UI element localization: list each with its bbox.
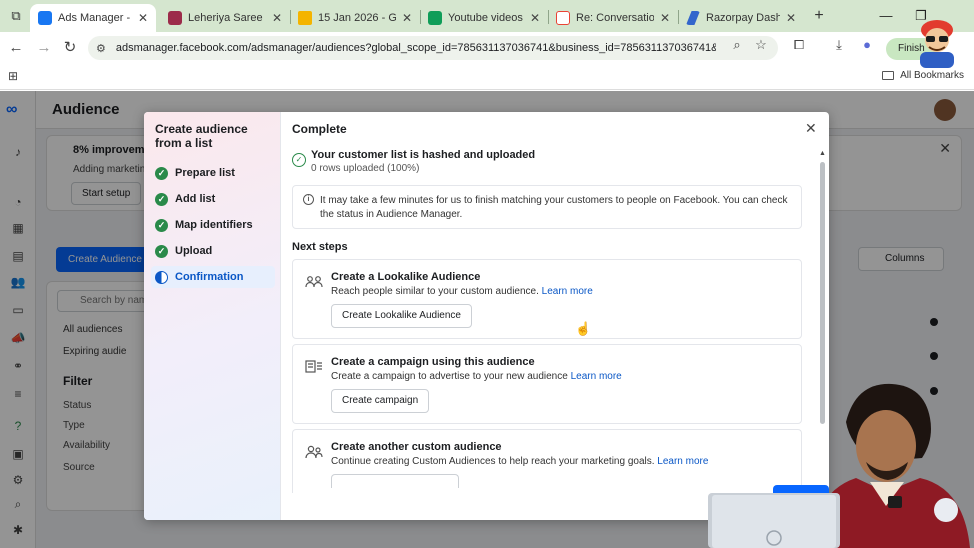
- profile-extension-icon[interactable]: ●: [858, 36, 876, 54]
- tab-close-icon[interactable]: ✕: [786, 11, 796, 25]
- card-title: Create a Lookalike Audience: [331, 271, 481, 283]
- check-circle-icon: ✓: [155, 166, 168, 180]
- tab-title: Youtube videos co: [448, 12, 524, 24]
- info-icon: i: [303, 194, 314, 205]
- upload-status-subtitle: 0 rows uploaded (100%): [311, 163, 420, 174]
- back-arrow-icon[interactable]: ←: [6, 38, 26, 58]
- tab-title: Leheriya Saree - It: [188, 12, 266, 24]
- all-bookmarks-label: All Bookmarks: [900, 70, 964, 81]
- card-description: Reach people similar to your custom audi…: [331, 286, 593, 297]
- tab-close-icon[interactable]: ✕: [272, 11, 282, 25]
- card-title: Create another custom audience: [331, 441, 502, 453]
- tab-close-icon[interactable]: ✕: [660, 11, 670, 25]
- step-label: Map identifiers: [175, 219, 253, 231]
- modal-content: Complete ✕ ✓ Your customer list is hashe…: [281, 112, 829, 520]
- tab-google-drive[interactable]: 15 Jan 2026 - Goo ✕: [290, 4, 420, 32]
- apps-grid-icon[interactable]: ⊞: [8, 69, 18, 83]
- all-bookmarks-button[interactable]: All Bookmarks: [882, 70, 964, 81]
- upload-status-title: Your customer list is hashed and uploade…: [311, 149, 536, 161]
- zoom-icon[interactable]: ⌕: [728, 36, 746, 54]
- create-lookalike-button[interactable]: Create Lookalike Audience: [331, 304, 472, 328]
- url-text: adsmanager.facebook.com/adsmanager/audie…: [115, 42, 716, 54]
- folder-icon: [882, 71, 895, 80]
- card-title: Create a campaign using this audience: [331, 356, 535, 368]
- step-label: Prepare list: [175, 167, 235, 179]
- modal-sidebar-title: Create audience from a list: [155, 122, 248, 150]
- tab-close-icon[interactable]: ✕: [530, 11, 540, 25]
- matching-info-box: i It may take a few minutes for us to fi…: [292, 185, 802, 229]
- tab-ads-manager[interactable]: Ads Manager - Au ✕: [30, 4, 156, 32]
- gmail-favicon-icon: [556, 11, 570, 25]
- sheets-favicon-icon: [428, 11, 442, 25]
- step-confirmation: Confirmation: [151, 266, 275, 288]
- check-circle-icon: ✓: [155, 192, 168, 206]
- tab-search-icon[interactable]: ⧉: [6, 6, 26, 26]
- meta-favicon-icon: [38, 11, 52, 25]
- tab-close-icon[interactable]: ✕: [138, 11, 148, 25]
- hand-cursor-icon: ☝: [575, 321, 592, 336]
- custom-audience-people-icon: [305, 445, 323, 459]
- learn-more-link[interactable]: Learn more: [657, 456, 708, 467]
- drive-favicon-icon: [298, 11, 312, 25]
- tab-close-icon[interactable]: ✕: [402, 11, 412, 25]
- success-check-icon: ✓: [292, 153, 306, 167]
- tab-title: Re: Conversation w: [576, 12, 654, 24]
- tab-title: Ads Manager - Au: [58, 12, 132, 24]
- step-label: Add list: [175, 193, 216, 205]
- card-description: Continue creating Custom Audiences to he…: [331, 456, 708, 467]
- step-label: Upload: [175, 245, 213, 257]
- modal-heading: Complete: [292, 122, 347, 136]
- tab-youtube-sheet[interactable]: Youtube videos co ✕: [420, 4, 548, 32]
- modal-steps-sidebar: Create audience from a list ✓ Prepare li…: [144, 112, 281, 520]
- card-description: Create a campaign to advertise to your n…: [331, 371, 622, 382]
- create-custom-audience-button[interactable]: [331, 474, 459, 488]
- matching-info-text: It may take a few minutes for us to fini…: [320, 195, 788, 220]
- bookmark-star-icon[interactable]: ☆: [752, 36, 770, 54]
- laptop-foreground: [708, 493, 840, 548]
- minimize-icon[interactable]: —: [876, 6, 896, 26]
- custom-audience-card: Create another custom audience Continue …: [292, 429, 802, 493]
- next-steps-heading: Next steps: [292, 241, 348, 253]
- check-circle-icon: ✓: [155, 218, 168, 232]
- modal-close-icon[interactable]: ✕: [805, 120, 817, 137]
- card-desc-text: Create a campaign to advertise to your n…: [331, 371, 568, 382]
- new-tab-button[interactable]: +: [810, 6, 828, 26]
- download-icon[interactable]: ⤓: [830, 36, 848, 54]
- cartoon-mascot-sticker: [920, 20, 954, 68]
- step-add-list: ✓ Add list: [151, 188, 275, 210]
- tab-title: 15 Jan 2026 - Goo: [318, 12, 396, 24]
- razorpay-favicon-icon: [686, 11, 700, 25]
- address-bar[interactable]: ⚙ adsmanager.facebook.com/adsmanager/aud…: [88, 36, 778, 60]
- campaign-list-icon: [305, 360, 322, 373]
- create-audience-modal: Create audience from a list ✓ Prepare li…: [144, 112, 829, 520]
- check-circle-icon: ✓: [155, 244, 168, 258]
- browser-toolbar: ← → ↻ ⚙ adsmanager.facebook.com/adsmanag…: [0, 32, 974, 64]
- site-info-icon[interactable]: ⚙: [96, 42, 106, 55]
- bookmarks-bar: ⊞ All Bookmarks: [0, 64, 974, 90]
- card-desc-text: Reach people similar to your custom audi…: [331, 286, 539, 297]
- tab-razorpay[interactable]: Razorpay Dashbo ✕: [678, 4, 804, 32]
- extensions-icon[interactable]: ⧠: [790, 36, 808, 54]
- learn-more-link[interactable]: Learn more: [542, 286, 593, 297]
- scroll-up-arrow-icon[interactable]: ▲: [819, 150, 826, 157]
- card-desc-text: Continue creating Custom Audiences to he…: [331, 456, 655, 467]
- learn-more-link[interactable]: Learn more: [571, 371, 622, 382]
- forward-arrow-icon[interactable]: →: [34, 38, 54, 58]
- step-upload: ✓ Upload: [151, 240, 275, 262]
- tab-title: Razorpay Dashbo: [706, 12, 780, 24]
- step-label: Confirmation: [175, 271, 244, 283]
- campaign-card: Create a campaign using this audience Cr…: [292, 344, 802, 424]
- step-map-identifiers: ✓ Map identifiers: [151, 214, 275, 236]
- tab-gmail[interactable]: Re: Conversation w ✕: [548, 4, 678, 32]
- half-circle-progress-icon: [155, 270, 168, 284]
- tab-leheriya-saree[interactable]: Leheriya Saree - It ✕: [160, 4, 290, 32]
- create-campaign-button[interactable]: Create campaign: [331, 389, 430, 413]
- step-prepare-list: ✓ Prepare list: [151, 162, 275, 184]
- lookalike-card: Create a Lookalike Audience Reach people…: [292, 259, 802, 339]
- lookalike-people-icon: [305, 276, 323, 288]
- reload-icon[interactable]: ↻: [60, 38, 80, 58]
- site-favicon-icon: [168, 11, 182, 25]
- browser-tab-strip: ⧉ Ads Manager - Au ✕ Leheriya Saree - It…: [0, 0, 974, 32]
